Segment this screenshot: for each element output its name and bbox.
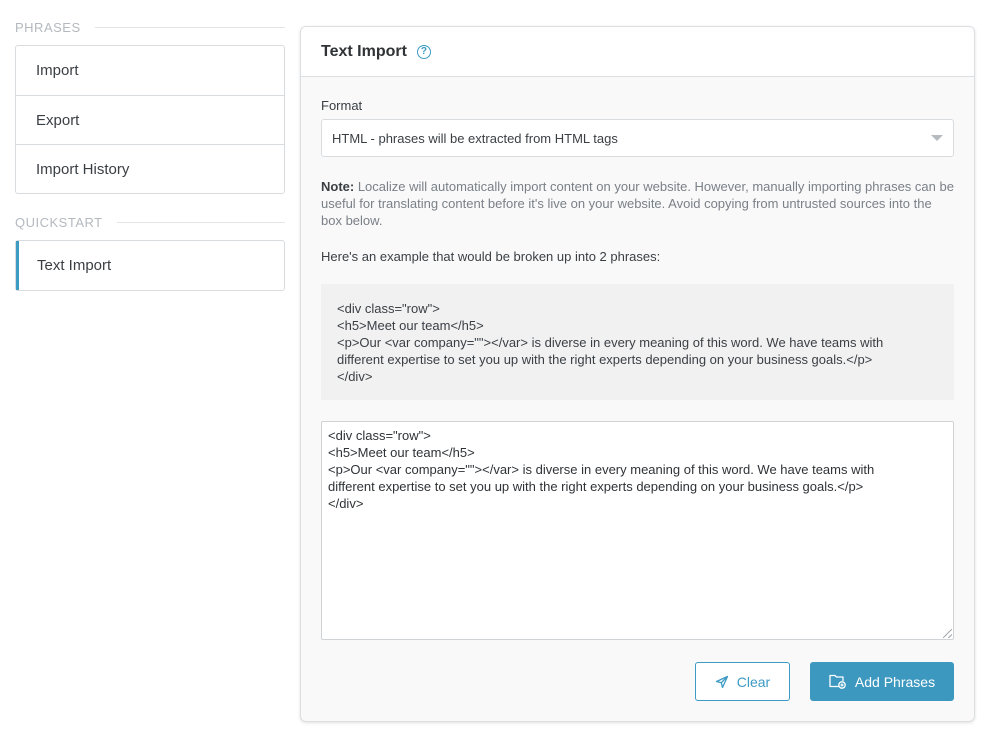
sidebar: PHRASES Import Export Import History QUI… — [15, 0, 285, 291]
phrases-textarea[interactable]: <div class="row"> <h5>Meet our team</h5>… — [321, 421, 954, 640]
textarea-line: <p>Our <var company=""></var> is diverse… — [328, 462, 875, 477]
textarea-line: different expertise to set you up with t… — [328, 479, 864, 494]
sidebar-item-label: Export — [36, 111, 80, 129]
format-label: Format — [321, 98, 363, 113]
text-import-card: Text Import ? Format HTML - phrases will… — [300, 26, 975, 722]
code-line: different expertise to set you up with t… — [337, 352, 873, 367]
sidebar-item-label: Text Import — [37, 257, 112, 274]
textarea-line: </div> — [328, 496, 364, 511]
note-label: Note: — [321, 179, 355, 194]
clear-button[interactable]: Clear — [695, 662, 790, 701]
sidebar-item-import-history[interactable]: Import History — [16, 144, 284, 193]
sidebar-item-import[interactable]: Import — [16, 46, 284, 95]
folder-add-icon — [829, 674, 847, 689]
section-header-label: PHRASES — [15, 19, 81, 35]
code-line: <h5>Meet our team</h5> — [337, 318, 484, 333]
action-buttons: Clear Add Phrases — [695, 662, 954, 701]
divider — [116, 221, 285, 223]
format-select-value: HTML - phrases will be extracted from HT… — [332, 130, 618, 146]
code-example: <div class="row"> <h5>Meet our team</h5>… — [321, 284, 954, 400]
note-text: Localize will automatically import conte… — [321, 179, 954, 228]
textarea-line: <div class="row"> — [328, 428, 431, 443]
clear-button-label: Clear — [736, 673, 771, 690]
divider — [94, 26, 285, 28]
section-header-label: QUICKSTART — [15, 214, 103, 230]
code-line: </div> — [337, 369, 373, 384]
card-header: Text Import ? — [301, 27, 974, 77]
chevron-down-icon — [931, 135, 943, 141]
example-intro: Here's an example that would be broken u… — [321, 249, 661, 264]
page-title: Text Import — [321, 42, 407, 60]
code-line: <div class="row"> — [337, 301, 440, 316]
code-line: <p>Our <var company=""></var> is diverse… — [337, 335, 884, 350]
format-select[interactable]: HTML - phrases will be extracted from HT… — [321, 119, 954, 157]
quickstart-nav: Text Import — [15, 240, 285, 291]
add-phrases-button[interactable]: Add Phrases — [810, 662, 954, 701]
sidebar-item-text-import[interactable]: Text Import — [16, 241, 284, 290]
resize-handle[interactable] — [943, 629, 952, 638]
sidebar-item-label: Import — [36, 62, 79, 79]
section-header-quickstart: QUICKSTART — [15, 212, 285, 232]
sidebar-item-export[interactable]: Export — [16, 95, 284, 144]
phrases-nav: Import Export Import History — [15, 45, 285, 194]
section-header-phrases: PHRASES — [15, 17, 285, 37]
eraser-icon — [715, 675, 729, 689]
add-phrases-button-label: Add Phrases — [854, 673, 936, 690]
question-circle-icon[interactable]: ? — [416, 44, 431, 59]
card-body: Format HTML - phrases will be extracted … — [301, 98, 974, 640]
textarea-line: <h5>Meet our team</h5> — [328, 445, 475, 460]
import-note: Note: Localize will automatically import… — [321, 178, 954, 229]
sidebar-item-label: Import History — [36, 160, 130, 178]
